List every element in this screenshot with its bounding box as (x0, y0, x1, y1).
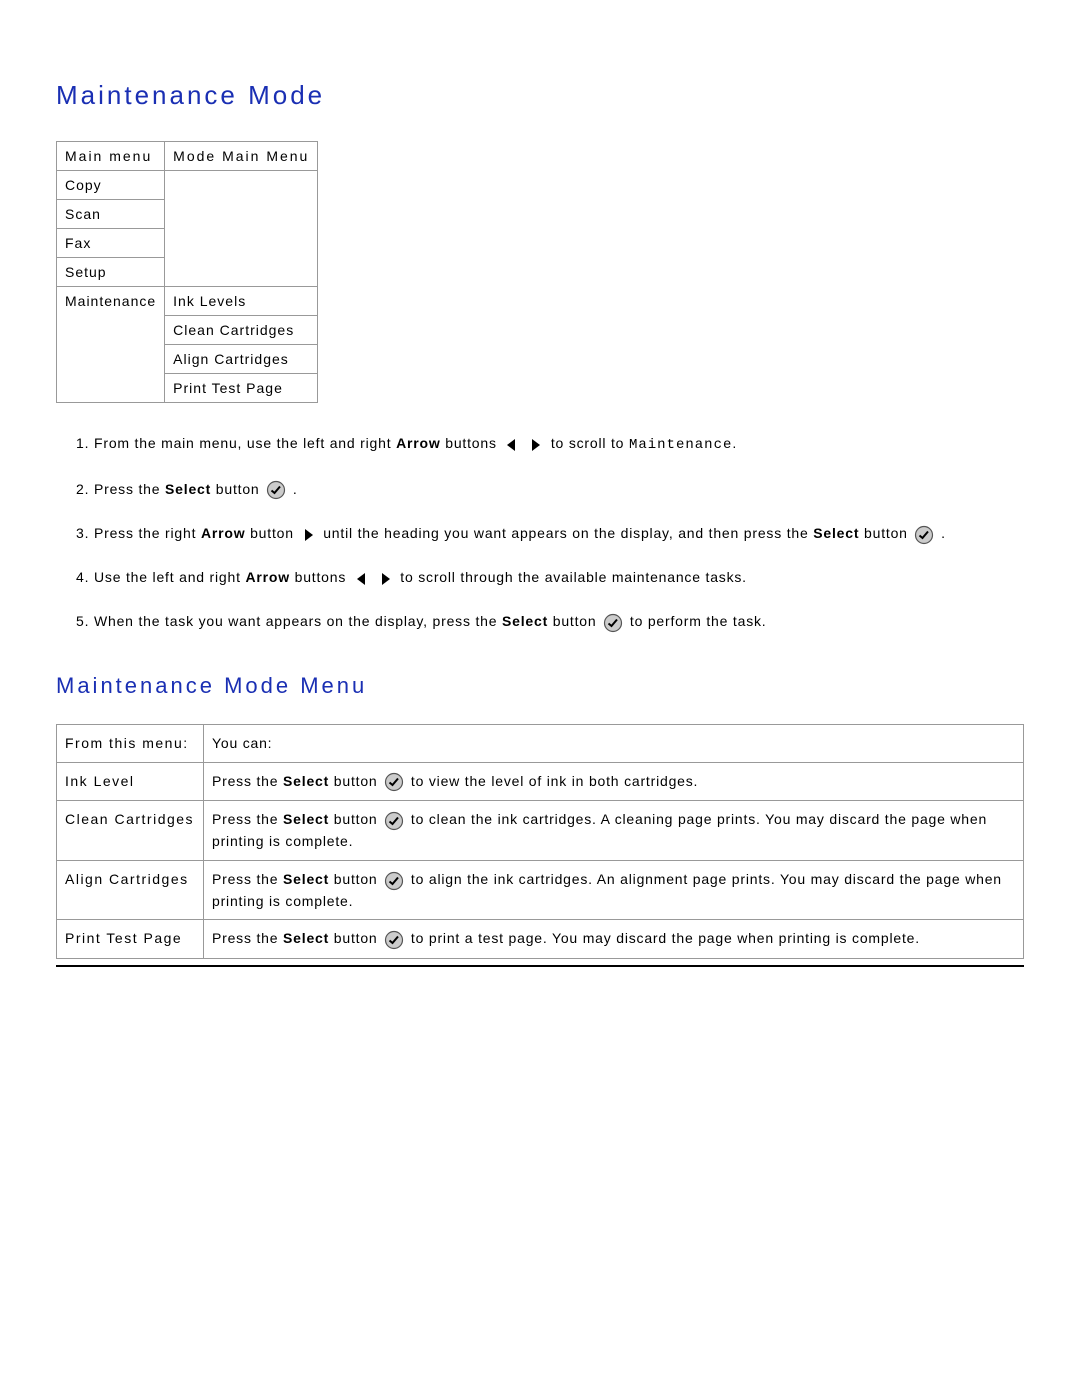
table-cell-setup: Setup (57, 258, 165, 287)
section-title-maintenance-mode-menu: Maintenance Mode Menu (56, 673, 1024, 699)
table-cell-scan: Scan (57, 200, 165, 229)
table-cell-fax: Fax (57, 229, 165, 258)
table-cell-align-cartridges: Align Cartridges (165, 345, 318, 374)
step-4: Use the left and right Arrow buttons to … (94, 567, 1024, 589)
table-row-align-cartridges-desc: Press the Select button to align the ink… (204, 860, 1024, 919)
table-row-align-cartridges-label: Align Cartridges (57, 860, 204, 919)
table-cell-copy: Copy (57, 171, 165, 200)
select-icon (603, 612, 623, 634)
maintenance-mode-menu-table: From this menu: You can: Ink Level Press… (56, 724, 1024, 959)
table-cell-print-test-page: Print Test Page (165, 374, 318, 403)
table-header-from-this-menu: From this menu: (57, 725, 204, 762)
table-row-print-test-page-label: Print Test Page (57, 919, 204, 958)
arrow-left-icon (353, 567, 369, 589)
table-header-mode-main-menu: Mode Main Menu (165, 142, 318, 171)
table-row-ink-level-label: Ink Level (57, 762, 204, 801)
step-3: Press the right Arrow button until the h… (94, 523, 1024, 545)
table-row-ink-level-desc: Press the Select button to view the leve… (204, 762, 1024, 801)
table-row-clean-cartridges-label: Clean Cartridges (57, 801, 204, 860)
table-row-clean-cartridges-desc: Press the Select button to clean the ink… (204, 801, 1024, 860)
select-icon (266, 479, 286, 501)
menu-structure-table: Main menu Mode Main Menu Copy Scan Fax S… (56, 141, 318, 403)
section-end-rule (56, 965, 1024, 967)
table-cell-ink-levels: Ink Levels (165, 287, 318, 316)
select-icon (384, 869, 404, 890)
table-cell-clean-cartridges: Clean Cartridges (165, 316, 318, 345)
arrow-left-icon (503, 433, 519, 455)
select-icon (384, 771, 404, 792)
table-row-print-test-page-desc: Press the Select button to print a test … (204, 919, 1024, 958)
table-header-you-can: You can: (204, 725, 1024, 762)
step-5: When the task you want appears on the di… (94, 611, 1024, 633)
arrow-right-icon (301, 523, 317, 545)
select-icon (384, 929, 404, 950)
table-cell-maintenance: Maintenance (57, 287, 165, 403)
arrow-right-icon (528, 433, 544, 455)
select-icon (914, 523, 934, 545)
step-2: Press the Select button . (94, 479, 1024, 501)
instruction-steps: From the main menu, use the left and rig… (56, 433, 1024, 633)
arrow-right-icon (378, 567, 394, 589)
table-header-main-menu: Main menu (57, 142, 165, 171)
table-cell-empty (165, 171, 318, 287)
step-1: From the main menu, use the left and rig… (94, 433, 1024, 457)
page-title: Maintenance Mode (56, 80, 1024, 111)
select-icon (384, 810, 404, 831)
